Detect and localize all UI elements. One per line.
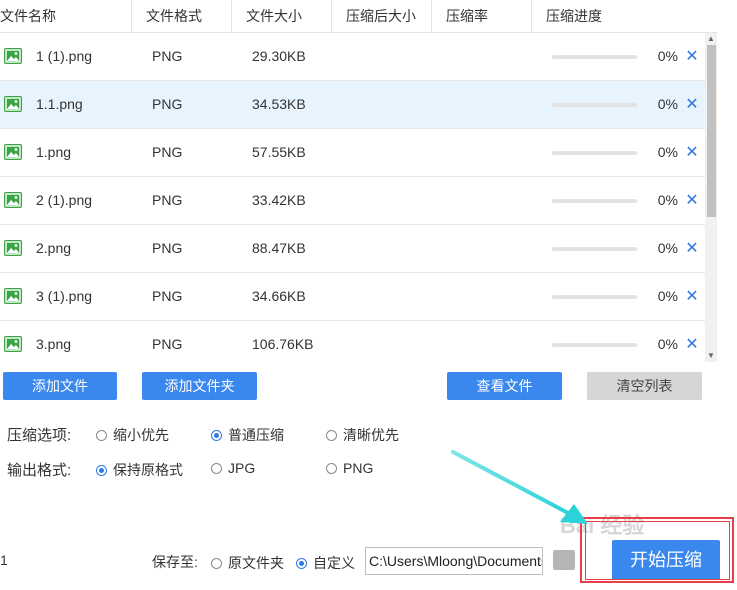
file-name: 3.png [36,336,72,352]
table-row[interactable]: 3.png PNG 106.76KB 0% ✕ [0,321,705,362]
table-row[interactable]: 3 (1).png PNG 34.66KB 0% ✕ [0,273,705,321]
remove-file-icon[interactable]: ✕ [684,81,700,128]
compress-option-smaller[interactable]: 缩小优先 [96,425,169,445]
file-name: 2 (1).png [36,192,93,208]
table-row[interactable]: 1.1.png PNG 34.53KB 0% ✕ [0,81,705,129]
file-name: 1.1.png [36,96,83,112]
compress-options-label: 压缩选项: [7,427,72,444]
progress-percent: 0% [657,336,678,352]
progress-percent: 0% [657,192,678,208]
image-file-icon [4,192,22,208]
radio-icon [96,429,107,441]
progress-bar [552,295,637,299]
remove-file-icon[interactable]: ✕ [684,177,700,224]
column-header-compressed-size[interactable]: 压缩后大小 [332,0,432,33]
file-name: 1.png [36,144,72,160]
progress-bar [552,103,637,107]
radio-icon [211,429,222,441]
remove-file-icon[interactable]: ✕ [684,273,700,320]
remove-file-icon[interactable]: ✕ [684,129,700,176]
output-format-jpg[interactable]: JPG [211,460,255,476]
column-header-ratio[interactable]: 压缩率 [432,0,532,33]
save-to-original-folder[interactable]: 原文件夹 [211,553,284,573]
progress-percent: 0% [657,48,678,64]
radio-icon [211,462,222,474]
file-format: PNG [152,240,183,256]
file-format: PNG [152,336,183,352]
radio-icon [326,462,337,474]
file-name: 2.png [36,240,72,256]
image-file-icon [4,288,22,304]
image-file-icon [4,336,22,352]
file-size: 106.76KB [252,336,314,352]
table-row[interactable]: 1.png PNG 57.55KB 0% ✕ [0,129,705,177]
add-folder-button[interactable]: 添加文件夹 [142,372,257,400]
column-header-format[interactable]: 文件格式 [132,0,232,33]
image-file-icon [4,48,22,64]
table-row[interactable]: 2.png PNG 88.47KB 0% ✕ [0,225,705,273]
file-name: 1 (1).png [36,48,93,64]
start-compress-button[interactable]: 开始压缩 [612,540,720,580]
progress-bar [552,151,637,155]
radio-icon [96,464,107,476]
view-files-button[interactable]: 查看文件 [447,372,562,400]
file-size: 34.66KB [252,288,306,304]
file-format: PNG [152,288,183,304]
file-size: 29.30KB [252,48,306,64]
annotation-arrow-icon [451,450,588,524]
browse-folder-icon[interactable] [553,550,575,570]
save-to-label: 保存至: [152,554,198,570]
save-path-input[interactable] [365,547,543,575]
file-format: PNG [152,96,183,112]
progress-bar [552,247,637,251]
file-size: 57.55KB [252,144,306,160]
compress-option-normal[interactable]: 普通压缩 [211,425,284,445]
remove-file-icon[interactable]: ✕ [684,33,700,80]
page-indicator: 1 [0,552,8,568]
table-body: 1 (1).png PNG 29.30KB 0% ✕ 1.1.png PNG 34.53KB 0… [0,33,705,362]
image-file-icon [4,240,22,256]
file-format: PNG [152,48,183,64]
file-size: 33.42KB [252,192,306,208]
add-file-button[interactable]: 添加文件 [3,372,117,400]
progress-percent: 0% [657,96,678,112]
file-format: PNG [152,144,183,160]
radio-icon [211,557,222,569]
progress-bar [552,343,637,347]
progress-percent: 0% [657,144,678,160]
save-to-custom[interactable]: 自定义 [296,553,355,573]
remove-file-icon[interactable]: ✕ [684,321,700,362]
table-header: 文件名称 文件格式 文件大小 压缩后大小 压缩率 压缩进度 [0,0,717,33]
remove-file-icon[interactable]: ✕ [684,225,700,272]
compress-option-clear[interactable]: 清晰优先 [326,425,399,445]
image-file-icon [4,96,22,112]
scrollbar-thumb[interactable] [707,45,716,217]
image-file-icon [4,144,22,160]
table-row[interactable]: 2 (1).png PNG 33.42KB 0% ✕ [0,177,705,225]
file-size: 34.53KB [252,96,306,112]
column-header-size[interactable]: 文件大小 [232,0,332,33]
radio-icon [296,557,307,569]
scroll-down-arrow-icon[interactable]: ▼ [705,350,717,362]
output-format-original[interactable]: 保持原格式 [96,460,183,480]
progress-percent: 0% [657,240,678,256]
progress-bar [552,199,637,203]
column-header-progress[interactable]: 压缩进度 [532,0,717,33]
file-name: 3 (1).png [36,288,93,304]
file-format: PNG [152,192,183,208]
scroll-up-arrow-icon[interactable]: ▲ [705,33,717,45]
output-format-png[interactable]: PNG [326,460,373,476]
progress-percent: 0% [657,288,678,304]
table-row[interactable]: 1 (1).png PNG 29.30KB 0% ✕ [0,33,705,81]
progress-bar [552,55,637,59]
radio-icon [326,429,337,441]
output-format-label: 输出格式: [7,462,72,479]
column-header-name[interactable]: 文件名称 [0,0,132,33]
clear-list-button[interactable]: 清空列表 [587,372,702,400]
file-table: 文件名称 文件格式 文件大小 压缩后大小 压缩率 压缩进度 1 (1).png P… [0,0,717,362]
vertical-scrollbar[interactable]: ▲ ▼ [705,33,717,362]
watermark-logo: Bai 经验 [560,513,645,538]
file-size: 88.47KB [252,240,306,256]
